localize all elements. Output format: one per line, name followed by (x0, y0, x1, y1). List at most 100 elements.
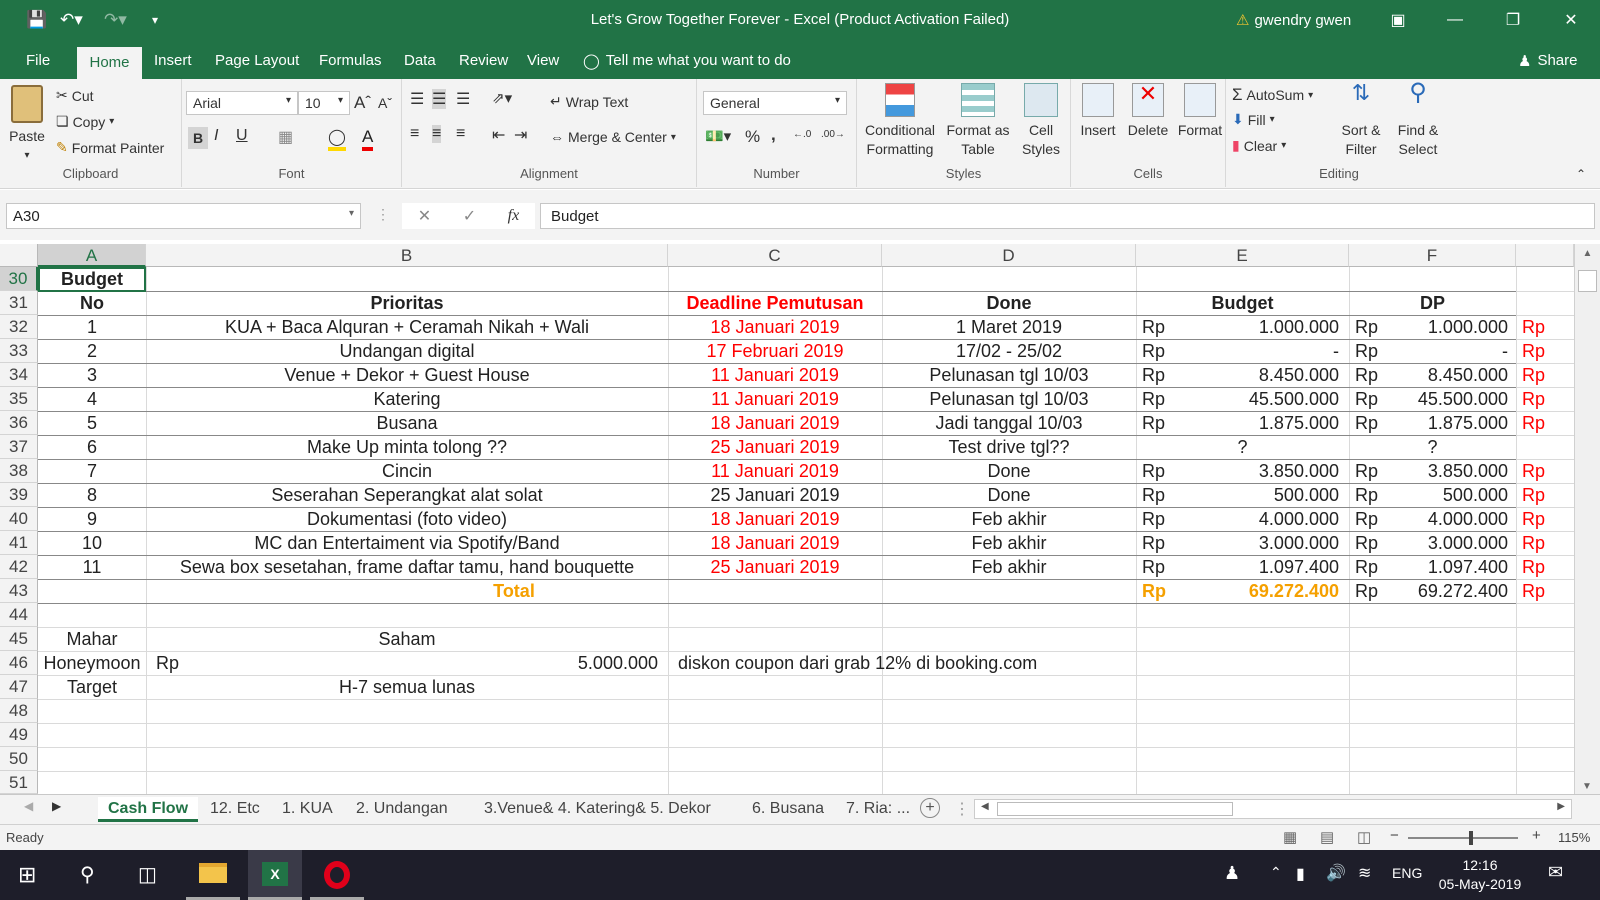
item-dp-value[interactable]: 8.450.000 (1349, 363, 1508, 387)
header-deadline[interactable]: Deadline Pemutusan (668, 291, 882, 315)
item-g-currency[interactable]: Rp (1522, 411, 1545, 435)
item-done[interactable]: Jadi tanggal 10/03 (882, 411, 1136, 435)
header-no[interactable]: No (38, 291, 146, 315)
top-align-icon[interactable]: ☰ (410, 89, 424, 109)
task-view-icon[interactable]: ◫ (138, 862, 157, 887)
item-no[interactable]: 1 (38, 315, 146, 339)
row-header[interactable]: 33 (0, 339, 38, 363)
tab-home[interactable]: Home (77, 47, 142, 79)
row-header[interactable]: 41 (0, 531, 38, 555)
item-no[interactable]: 7 (38, 459, 146, 483)
item-prioritas[interactable]: Katering (146, 387, 668, 411)
borders-icon[interactable]: ▦ (278, 127, 293, 147)
zoom-out-icon[interactable]: − (1390, 827, 1399, 844)
item-g-currency[interactable]: Rp (1522, 459, 1545, 483)
total-dp-value[interactable]: 69.272.400 (1349, 579, 1508, 603)
column-header-g[interactable] (1516, 244, 1574, 267)
item-no[interactable]: 3 (38, 363, 146, 387)
item-deadline[interactable]: 18 Januari 2019 (668, 315, 882, 339)
customize-qat-icon[interactable]: ▾ (152, 13, 158, 27)
item-done[interactable]: Done (882, 459, 1136, 483)
total-budget-value[interactable]: 69.272.400 (1136, 579, 1339, 603)
align-center-icon[interactable]: ≡ (432, 125, 442, 143)
minimize-icon[interactable]: — (1432, 6, 1478, 34)
item-budget-value[interactable]: 1.000.000 (1136, 315, 1339, 339)
item-done[interactable]: Test drive tgl?? (882, 435, 1136, 459)
section-title[interactable]: Budget (38, 267, 146, 291)
column-header-c[interactable]: C (668, 244, 882, 267)
total-g-currency[interactable]: Rp (1522, 579, 1545, 603)
row-header[interactable]: 48 (0, 699, 38, 723)
scroll-right-icon[interactable]: ▶ (1557, 801, 1565, 812)
item-no[interactable]: 4 (38, 387, 146, 411)
item-deadline[interactable]: 25 Januari 2019 (668, 483, 882, 507)
sheet-tab-etc[interactable]: 12. Etc (210, 797, 260, 822)
item-prioritas[interactable]: MC dan Entertaiment via Spotify/Band (146, 531, 668, 555)
row-header[interactable]: 42 (0, 555, 38, 579)
item-dp-value[interactable]: 4.000.000 (1349, 507, 1508, 531)
font-color-icon[interactable]: A (362, 127, 374, 151)
bold-button[interactable]: B (188, 127, 208, 149)
scroll-up-icon[interactable]: ▲ (1575, 244, 1600, 264)
item-prioritas[interactable]: Venue + Dekor + Guest House (146, 363, 668, 387)
increase-indent-icon[interactable]: ⇥ (514, 125, 527, 145)
header-done[interactable]: Done (882, 291, 1136, 315)
undo-icon[interactable]: ↶▾ (60, 10, 83, 30)
percent-button[interactable]: % (745, 127, 760, 147)
item-budget-value[interactable]: 1.875.000 (1136, 411, 1339, 435)
shrink-font-icon[interactable]: Aˇ (378, 95, 392, 111)
row-header[interactable]: 32 (0, 315, 38, 339)
sheet-tab-ria[interactable]: 7. Ria: ... (846, 797, 910, 822)
horizontal-scroll-thumb[interactable] (997, 802, 1233, 816)
redo-icon[interactable]: ↷▾ (104, 10, 127, 30)
tab-review[interactable]: Review (459, 52, 508, 69)
item-done[interactable]: Pelunasan tgl 10/03 (882, 363, 1136, 387)
item-done[interactable]: Feb akhir (882, 507, 1136, 531)
align-right-icon[interactable]: ≡ (456, 125, 465, 143)
item-deadline[interactable]: 18 Januari 2019 (668, 411, 882, 435)
battery-icon[interactable]: ▮ (1296, 864, 1305, 884)
select-all-corner[interactable] (0, 244, 38, 267)
column-header-d[interactable]: D (882, 244, 1136, 267)
restore-icon[interactable]: ❐ (1490, 6, 1536, 34)
item-no[interactable]: 9 (38, 507, 146, 531)
tab-view[interactable]: View (527, 52, 559, 69)
item-done[interactable]: Feb akhir (882, 531, 1136, 555)
row-header[interactable]: 39 (0, 483, 38, 507)
user-account[interactable]: ⚠ gwendry gwen (1236, 11, 1351, 30)
item-deadline[interactable]: 17 Februari 2019 (668, 339, 882, 363)
row-header[interactable]: 34 (0, 363, 38, 387)
scroll-left-icon[interactable]: ◀ (981, 801, 989, 812)
copy-button[interactable]: ❏ Copy ▾ (56, 113, 114, 130)
formula-input[interactable]: Budget (540, 203, 1595, 229)
item-prioritas[interactable]: Make Up minta tolong ?? (146, 435, 668, 459)
vertical-scrollbar[interactable]: ▲ ▼ (1574, 244, 1600, 794)
vertical-scroll-thumb[interactable] (1578, 270, 1597, 292)
number-format-select[interactable]: General ▾ (703, 91, 847, 115)
currency-icon[interactable]: 💵▾ (705, 127, 731, 145)
align-left-icon[interactable]: ≡ (410, 125, 419, 143)
item-prioritas[interactable]: KUA + Baca Alquran + Ceramah Nikah + Wal… (146, 315, 668, 339)
comma-button[interactable]: , (771, 125, 776, 145)
row-header[interactable]: 40 (0, 507, 38, 531)
name-box[interactable]: A30 ▾ (6, 203, 361, 229)
header-dp[interactable]: DP (1349, 291, 1516, 315)
item-deadline[interactable]: 11 Januari 2019 (668, 387, 882, 411)
sheet-tab-kua[interactable]: 1. KUA (282, 797, 333, 822)
item-no[interactable]: 2 (38, 339, 146, 363)
item-deadline[interactable]: 18 Januari 2019 (668, 531, 882, 555)
tab-formulas[interactable]: Formulas (319, 52, 382, 69)
item-prioritas[interactable]: Undangan digital (146, 339, 668, 363)
tab-file[interactable]: File (26, 52, 50, 69)
item-no[interactable]: 8 (38, 483, 146, 507)
row-header[interactable]: 37 (0, 435, 38, 459)
item-done[interactable]: Feb akhir (882, 555, 1136, 579)
paste-button[interactable]: Paste ▾ (6, 85, 48, 165)
ribbon-display-icon[interactable]: ▣ (1375, 6, 1421, 34)
autosum-button[interactable]: Σ AutoSum ▾ (1232, 85, 1313, 105)
volume-icon[interactable]: 🔊 (1326, 863, 1346, 883)
honeymoon-label[interactable]: Honeymoon (38, 651, 146, 675)
file-explorer-button[interactable] (186, 850, 240, 900)
sheet-tab-cash-flow[interactable]: Cash Flow (98, 797, 199, 822)
item-no[interactable]: 11 (38, 555, 146, 579)
